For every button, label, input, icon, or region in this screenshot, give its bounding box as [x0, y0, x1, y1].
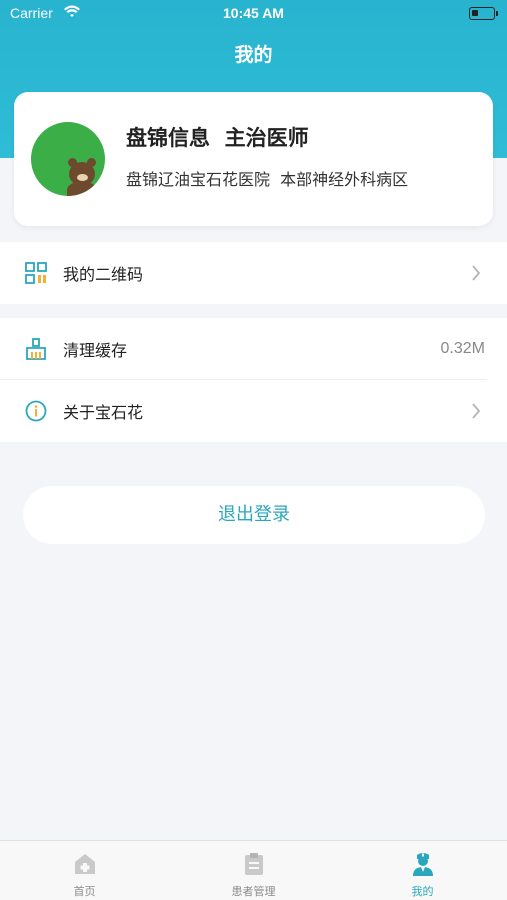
- menu-item-label: 我的二维码: [63, 265, 144, 284]
- menu-group-settings: 清理缓存 0.32M 关于宝石花: [0, 318, 507, 442]
- tab-bar: 首页 患者管理 我的: [0, 840, 507, 900]
- avatar[interactable]: [31, 122, 105, 196]
- tab-mine[interactable]: 我的: [338, 841, 507, 900]
- avatar-bear-snout: [77, 174, 88, 181]
- tab-home[interactable]: 首页: [0, 841, 169, 900]
- cache-size-value: 0.32M: [440, 340, 485, 357]
- logout-button[interactable]: 退出登录: [23, 486, 485, 544]
- tab-patient-management[interactable]: 患者管理: [169, 841, 338, 900]
- menu-item-label: 关于宝石花: [63, 403, 144, 422]
- tab-label: 首页: [73, 885, 96, 898]
- menu-item-clear-cache[interactable]: 清理缓存 0.32M: [0, 318, 507, 380]
- page-title: 我的: [234, 44, 273, 66]
- info-icon: [25, 400, 47, 422]
- chevron-right-icon: [472, 403, 481, 419]
- menu-item-about[interactable]: 关于宝石花: [0, 380, 507, 442]
- profile-name: 盘锦信息 主治医师: [126, 126, 309, 150]
- doctor-icon: [413, 853, 433, 876]
- tab-label: 我的: [411, 885, 434, 898]
- menu-item-label: 清理缓存: [63, 341, 128, 360]
- avatar-bear-body: [67, 182, 97, 196]
- home-icon: [75, 854, 95, 874]
- profile-card[interactable]: 盘锦信息 主治医师 盘锦辽油宝石花医院 本部神经外科病区: [14, 92, 493, 226]
- broom-icon: [26, 338, 46, 360]
- status-bar: Carrier 10:45 AM: [0, 0, 507, 28]
- clipboard-icon: [245, 853, 263, 875]
- profile-hospital: 盘锦辽油宝石花医院 本部神经外科病区: [126, 170, 409, 189]
- clock: 10:45 AM: [223, 5, 284, 21]
- chevron-right-icon: [472, 265, 481, 281]
- menu-group-qrcode: 我的二维码: [0, 242, 507, 304]
- menu-item-qrcode[interactable]: 我的二维码: [0, 242, 507, 304]
- battery-icon: [469, 7, 498, 20]
- qrcode-icon: [25, 262, 47, 284]
- tab-label: 患者管理: [231, 885, 276, 898]
